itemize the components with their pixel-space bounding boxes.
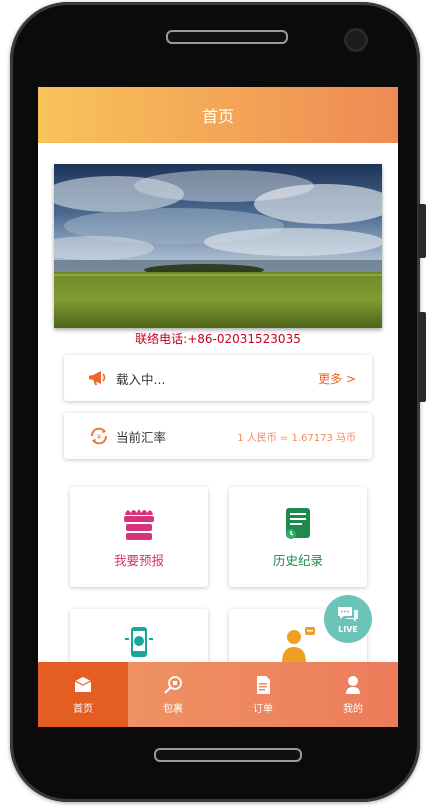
contact-phone[interactable]: 联络电话:+86-02031523035 <box>38 330 398 347</box>
home-box-icon <box>72 674 94 696</box>
volume-button <box>418 204 426 258</box>
exchange-label: 当前汇率 <box>116 429 167 445</box>
tile-label: 历史纪录 <box>272 553 323 568</box>
notice-card[interactable]: 载入中... 更多 > <box>64 355 372 401</box>
tab-profile[interactable]: 我的 <box>308 662 398 727</box>
tab-label: 包裹 <box>163 704 183 715</box>
bottom-tab-bar: 首页 包裹 订单 我的 <box>38 662 398 727</box>
cake-box-icon <box>119 503 159 543</box>
app-screen: 首页 联络电话:+86-02031523035 载入中... 更多 > ¥ 当前… <box>38 87 398 727</box>
currency-exchange-icon: ¥ <box>88 425 110 447</box>
order-document-icon <box>252 674 274 696</box>
live-label: LIVE <box>338 624 358 634</box>
live-chat-button[interactable]: LIVE <box>324 595 372 643</box>
exchange-value: 1 人民币 = 1.67173 马币 <box>237 432 356 444</box>
tab-home[interactable]: 首页 <box>38 662 128 727</box>
notice-text: 载入中... <box>116 371 166 387</box>
tab-label: 首页 <box>73 704 93 715</box>
tab-label: 我的 <box>343 704 363 715</box>
power-button <box>418 312 426 402</box>
customer-service-icon <box>278 625 318 665</box>
exchange-rate-card[interactable]: ¥ 当前汇率 1 人民币 = 1.67173 马币 <box>64 413 372 459</box>
speaker-grille <box>166 30 288 44</box>
tab-orders[interactable]: 订单 <box>218 662 308 727</box>
page-header: 首页 <box>38 87 398 143</box>
tile-label: 我要预报 <box>113 553 164 568</box>
svg-text:¥: ¥ <box>97 433 102 441</box>
tab-package[interactable]: 包裹 <box>128 662 218 727</box>
tab-label: 订单 <box>253 704 273 715</box>
more-link[interactable]: 更多 > <box>318 370 356 387</box>
megaphone-icon <box>88 367 110 389</box>
chat-bubble-icon <box>336 605 360 627</box>
history-tile[interactable]: 历史纪录 <box>229 487 367 587</box>
banner-image[interactable] <box>54 164 382 328</box>
home-indicator <box>154 748 302 762</box>
package-search-icon <box>162 674 184 696</box>
page-title: 首页 <box>201 107 234 126</box>
user-icon <box>342 674 364 696</box>
forecast-tile[interactable]: 我要预报 <box>70 487 208 587</box>
mobile-phone-icon <box>119 625 159 665</box>
front-camera <box>344 28 368 52</box>
history-scroll-icon <box>278 503 318 543</box>
